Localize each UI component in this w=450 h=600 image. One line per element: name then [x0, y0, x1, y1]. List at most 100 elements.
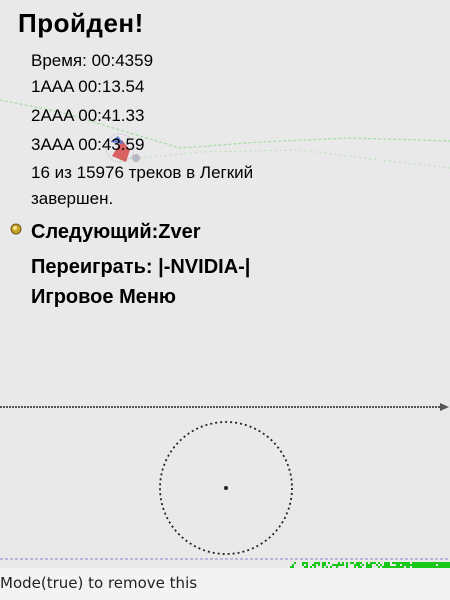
- noise-pixel: [342, 564, 344, 566]
- noise-pixel: [412, 562, 414, 564]
- noise-pixel: [334, 564, 336, 566]
- noise-pixel: [378, 562, 380, 564]
- noise-pixel: [306, 564, 308, 566]
- noise-pixel: [346, 564, 348, 566]
- noise-pixel: [438, 562, 440, 564]
- noise-pixel: [322, 562, 324, 564]
- noise-pixel: [428, 564, 430, 566]
- noise-pixel: [438, 564, 440, 566]
- noise-pixel: [302, 564, 304, 566]
- noise-pixel: [336, 564, 338, 566]
- noise-pixel: [420, 564, 422, 566]
- noise-pixel: [316, 562, 318, 564]
- noise-pixel: [418, 564, 420, 566]
- noise-pixel: [426, 562, 428, 564]
- noise-pixel: [358, 564, 360, 566]
- noise-pixel: [322, 564, 324, 566]
- noise-pixel: [340, 564, 342, 566]
- noise-pixel: [388, 564, 390, 566]
- noise-pixel: [312, 564, 314, 566]
- noise-pixel: [392, 562, 394, 564]
- console-text: Mode(true) to remove this: [0, 574, 198, 592]
- console-footer: Mode(true) to remove this: [0, 568, 450, 600]
- noise-pixel: [314, 564, 316, 566]
- noise-pixel: [418, 562, 420, 564]
- noise-pixel: [416, 562, 418, 564]
- noise-pixel: [368, 564, 370, 566]
- noise-pixel: [338, 562, 340, 564]
- noise-pixel: [440, 562, 442, 564]
- noise-pixel: [422, 562, 424, 564]
- noise-pixel: [398, 562, 400, 564]
- noise-pixel: [410, 564, 412, 566]
- noise-pixel: [380, 564, 382, 566]
- record-1: 1AAA 00:13.54: [31, 77, 145, 96]
- noise-pixel: [446, 564, 448, 566]
- noise-pixel: [346, 562, 348, 564]
- noise-pixel: [292, 564, 294, 566]
- bullet-coin-icon: [10, 223, 22, 235]
- noise-pixel: [350, 562, 352, 564]
- noise-pixel: [420, 562, 422, 564]
- noise-pixel: [426, 564, 428, 566]
- noise-pixel: [406, 564, 408, 566]
- noise-pixel: [376, 564, 378, 566]
- noise-pixel: [402, 562, 404, 564]
- noise-pixel: [374, 562, 376, 564]
- noise-pixel: [318, 562, 320, 564]
- noise-pixel: [386, 564, 388, 566]
- menu-item-replay[interactable]: Переиграть: |-NVIDIA-|: [31, 252, 250, 282]
- noise-pixel: [304, 562, 306, 564]
- noise-pixel: [406, 562, 408, 564]
- noise-pixel: [294, 562, 296, 564]
- noise-pixel: [430, 562, 432, 564]
- progress-text: 16 из 15976 треков в Легкий: [31, 163, 254, 182]
- noise-pixel: [384, 562, 386, 564]
- noise-pixel: [366, 562, 368, 564]
- joystick-center-dot: [224, 486, 228, 490]
- noise-pixel: [356, 564, 358, 566]
- noise-pixel: [434, 562, 436, 564]
- noise-pixel: [352, 562, 354, 564]
- noise-pixel: [436, 562, 438, 564]
- noise-pixel: [314, 562, 316, 564]
- scanline-arrow-icon: [440, 403, 449, 411]
- noise-pixel: [444, 562, 446, 564]
- noise-pixel: [358, 562, 360, 564]
- noise-pixel: [324, 562, 326, 564]
- noise-pixel: [338, 564, 340, 566]
- noise-pixel: [362, 564, 364, 566]
- noise-pixel: [442, 562, 444, 564]
- record-2: 2AAA 00:41.33: [31, 106, 145, 125]
- result-title: Пройден!: [18, 8, 144, 38]
- noise-pixel: [324, 564, 326, 566]
- noise-pixel: [370, 562, 372, 564]
- menu-item-next[interactable]: Следующий:Zver: [31, 217, 201, 247]
- noise-pixel: [384, 564, 386, 566]
- noise-pixel: [408, 564, 410, 566]
- noise-pixel: [432, 564, 434, 566]
- noise-pixel: [404, 562, 406, 564]
- noise-pixel: [408, 562, 410, 564]
- noise-pixel: [424, 562, 426, 564]
- noise-pixel: [366, 564, 368, 566]
- noise-pixel: [428, 562, 430, 564]
- noise-pixel: [354, 564, 356, 566]
- noise-pixel: [360, 562, 362, 564]
- noise-pixel: [444, 564, 446, 566]
- noise-pixel: [416, 564, 418, 566]
- noise-pixel: [388, 562, 390, 564]
- noise-pixel: [424, 564, 426, 566]
- noise-pixel: [434, 564, 436, 566]
- progress-text-cont: завершен.: [31, 189, 114, 208]
- noise-pixel: [372, 562, 374, 564]
- noise-pixel: [414, 564, 416, 566]
- noise-pixel: [398, 564, 400, 566]
- noise-pixel: [328, 562, 330, 564]
- menu-item-game-menu[interactable]: Игровое Меню: [31, 282, 176, 312]
- noise-pixel: [400, 562, 402, 564]
- noise-pixel: [422, 564, 424, 566]
- record-3: 3AAA 00:43.59: [31, 135, 145, 154]
- noise-pixel: [356, 562, 358, 564]
- noise-pixel: [446, 562, 448, 564]
